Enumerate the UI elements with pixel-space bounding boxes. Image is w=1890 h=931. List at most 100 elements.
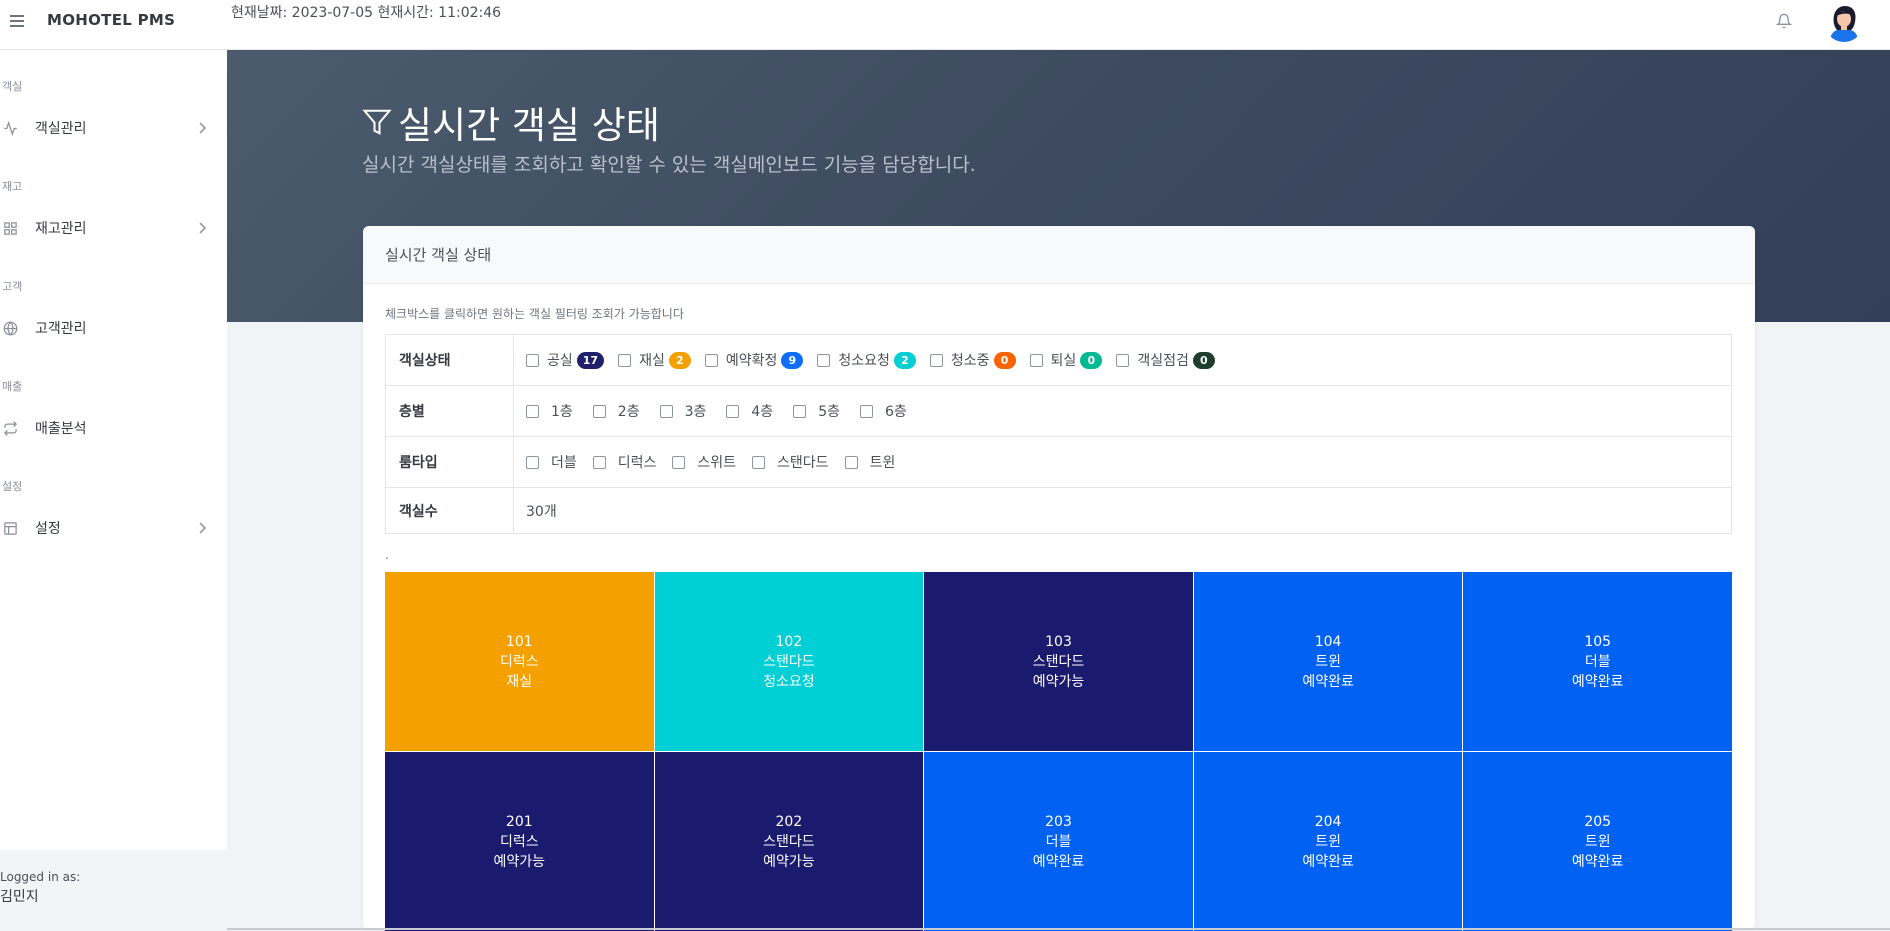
sidebar: 객실 객실관리 재고 재고관리 고객 고객관리 매출 매출분석 설정 설정 Lo… <box>0 50 227 930</box>
menu-toggle-icon[interactable] <box>10 15 24 27</box>
room-tile[interactable]: 105 더블 예약완료 <box>1463 572 1732 751</box>
room-status: 예약완료 <box>1302 853 1354 870</box>
count-badge: 0 <box>1192 351 1215 369</box>
floor-option[interactable]: 1층 <box>526 401 573 421</box>
section-label-room: 객실 <box>2 80 23 93</box>
count-badge: 17 <box>576 351 605 369</box>
checkbox[interactable] <box>929 353 943 367</box>
roomtype-option[interactable]: 트윈 <box>844 452 895 472</box>
sidebar-item-settings[interactable]: 설정 <box>0 508 227 548</box>
activity-icon <box>4 120 17 136</box>
sidebar-item-inventory-management[interactable]: 재고관리 <box>0 208 227 248</box>
checkbox[interactable] <box>752 455 766 469</box>
checkbox[interactable] <box>659 404 673 418</box>
status-option[interactable]: 예약확정 9 <box>704 350 804 370</box>
checkbox[interactable] <box>844 455 858 469</box>
checkbox[interactable] <box>592 404 606 418</box>
logged-in-label: Logged in as: <box>0 870 81 884</box>
globe-icon <box>3 320 18 336</box>
status-option[interactable]: 퇴실 0 <box>1029 350 1103 370</box>
checkbox[interactable] <box>672 455 686 469</box>
layout-icon <box>4 521 17 535</box>
status-option[interactable]: 청소중 0 <box>929 350 1016 370</box>
room-type: 스탠다드 <box>763 653 815 670</box>
option-label: 객실점검 <box>1137 353 1189 369</box>
checkbox[interactable] <box>526 404 539 418</box>
filter-row-roomtype: 룸타입 더블 디럭스 스위트 스탠다드 트윈 <box>386 437 1731 488</box>
room-status: 예약완료 <box>1302 673 1354 690</box>
checkbox[interactable] <box>592 455 606 469</box>
floor-option[interactable]: 3층 <box>659 401 707 421</box>
option-label: 재실 <box>639 353 665 369</box>
room-tile[interactable]: 202 스탠다드 예약가능 <box>654 752 924 931</box>
checkbox[interactable] <box>793 404 807 418</box>
option-label: 청소중 <box>950 353 990 369</box>
count-badge: 0 <box>993 351 1016 369</box>
roomtype-option[interactable]: 디럭스 <box>592 452 657 472</box>
checkbox[interactable] <box>726 404 740 418</box>
room-number: 201 <box>505 813 533 830</box>
current-datetime: 현재날짜: 2023-07-05 현재시간: 11:02:46 <box>231 5 502 21</box>
status-option[interactable]: 공실 17 <box>526 350 605 370</box>
room-status: 예약가능 <box>1032 673 1085 690</box>
filter-row-floor: 층별 1층 2층 3층 4층 5층 6층 <box>386 386 1731 437</box>
filter-icon <box>362 109 392 135</box>
floor-option[interactable]: 2층 <box>592 401 640 421</box>
checkbox[interactable] <box>526 455 539 469</box>
room-tile[interactable]: 101 디럭스 재실 <box>385 572 654 751</box>
room-tile[interactable]: 201 디럭스 예약가능 <box>385 752 654 931</box>
checkbox[interactable] <box>704 353 718 367</box>
roomtype-option[interactable]: 더블 <box>526 452 577 472</box>
option-label: 청소요청 <box>838 353 890 369</box>
count-badge: 9 <box>781 351 804 369</box>
room-tile[interactable]: 204 트윈 예약완료 <box>1193 752 1463 931</box>
room-tile[interactable]: 203 더블 예약완료 <box>924 752 1193 931</box>
room-tile[interactable]: 104 트윈 예약완료 <box>1193 572 1463 751</box>
filter-table: 객실상태 공실 17 재실 2 예약확정 9 청소요청 2 청소중 0 퇴실 0 객실점검 0 층별 1층… <box>385 334 1732 534</box>
status-option[interactable]: 객실점검 0 <box>1116 350 1215 370</box>
room-status: 예약완료 <box>1571 853 1624 870</box>
room-tile[interactable]: 205 트윈 예약완료 <box>1463 752 1732 931</box>
status-option[interactable]: 청소요청 2 <box>817 350 916 370</box>
status-option[interactable]: 재실 2 <box>618 350 691 370</box>
room-number: 105 <box>1584 633 1612 650</box>
user-avatar[interactable] <box>1824 2 1864 42</box>
room-type: 트윈 <box>1315 653 1341 670</box>
option-label: 3층 <box>684 404 707 420</box>
room-status: 예약완료 <box>1571 673 1624 690</box>
roomtype-options: 더블 디럭스 스위트 스탠다드 트윈 <box>526 437 911 487</box>
checkbox[interactable] <box>859 404 873 418</box>
room-type: 디럭스 <box>499 833 539 850</box>
page-subtitle: 실시간 객실상태를 조회하고 확인할 수 있는 객실메인보드 기능을 담당합니다… <box>362 154 976 176</box>
page-title-row: 실시간 객실 상태 <box>362 95 660 149</box>
checkbox[interactable] <box>1029 353 1043 367</box>
checkbox[interactable] <box>817 353 831 367</box>
room-status: 예약가능 <box>763 853 815 870</box>
brand-title[interactable]: MOHOTEL PMS <box>47 11 175 29</box>
sidebar-item-customer-management[interactable]: 고객관리 <box>0 308 227 348</box>
roomtype-option[interactable]: 스위트 <box>672 452 736 472</box>
sidebar-item-sales-analysis[interactable]: 매출분석 <box>0 408 227 448</box>
option-label: 스위트 <box>697 455 737 471</box>
room-type: 스탠다드 <box>1032 653 1085 670</box>
room-tile[interactable]: 103 스탠다드 예약가능 <box>924 572 1193 751</box>
floor-option[interactable]: 6층 <box>859 401 907 421</box>
option-label: 스탠다드 <box>777 455 829 471</box>
notification-bell-icon[interactable] <box>1776 13 1792 29</box>
room-number: 205 <box>1584 813 1612 830</box>
option-label: 디럭스 <box>617 455 657 471</box>
card-title: 실시간 객실 상태 <box>385 246 492 264</box>
floor-option[interactable]: 4층 <box>726 401 773 421</box>
repeat-icon <box>3 420 18 436</box>
checkbox[interactable] <box>526 353 539 367</box>
room-type: 트윈 <box>1315 833 1341 850</box>
roomtype-option[interactable]: 스탠다드 <box>752 452 829 472</box>
checkbox[interactable] <box>1116 353 1130 367</box>
floor-option[interactable]: 5층 <box>793 401 840 421</box>
room-status: 청소요청 <box>763 673 815 690</box>
checkbox[interactable] <box>618 353 632 367</box>
sidebar-item-room-management[interactable]: 객실관리 <box>0 108 227 148</box>
filter-row-status: 객실상태 공실 17 재실 2 예약확정 9 청소요청 2 청소중 0 퇴실 0 객실점검 0 <box>386 335 1731 386</box>
room-tile[interactable]: 102 스탠다드 청소요청 <box>654 572 924 751</box>
option-label: 공실 <box>547 353 573 369</box>
